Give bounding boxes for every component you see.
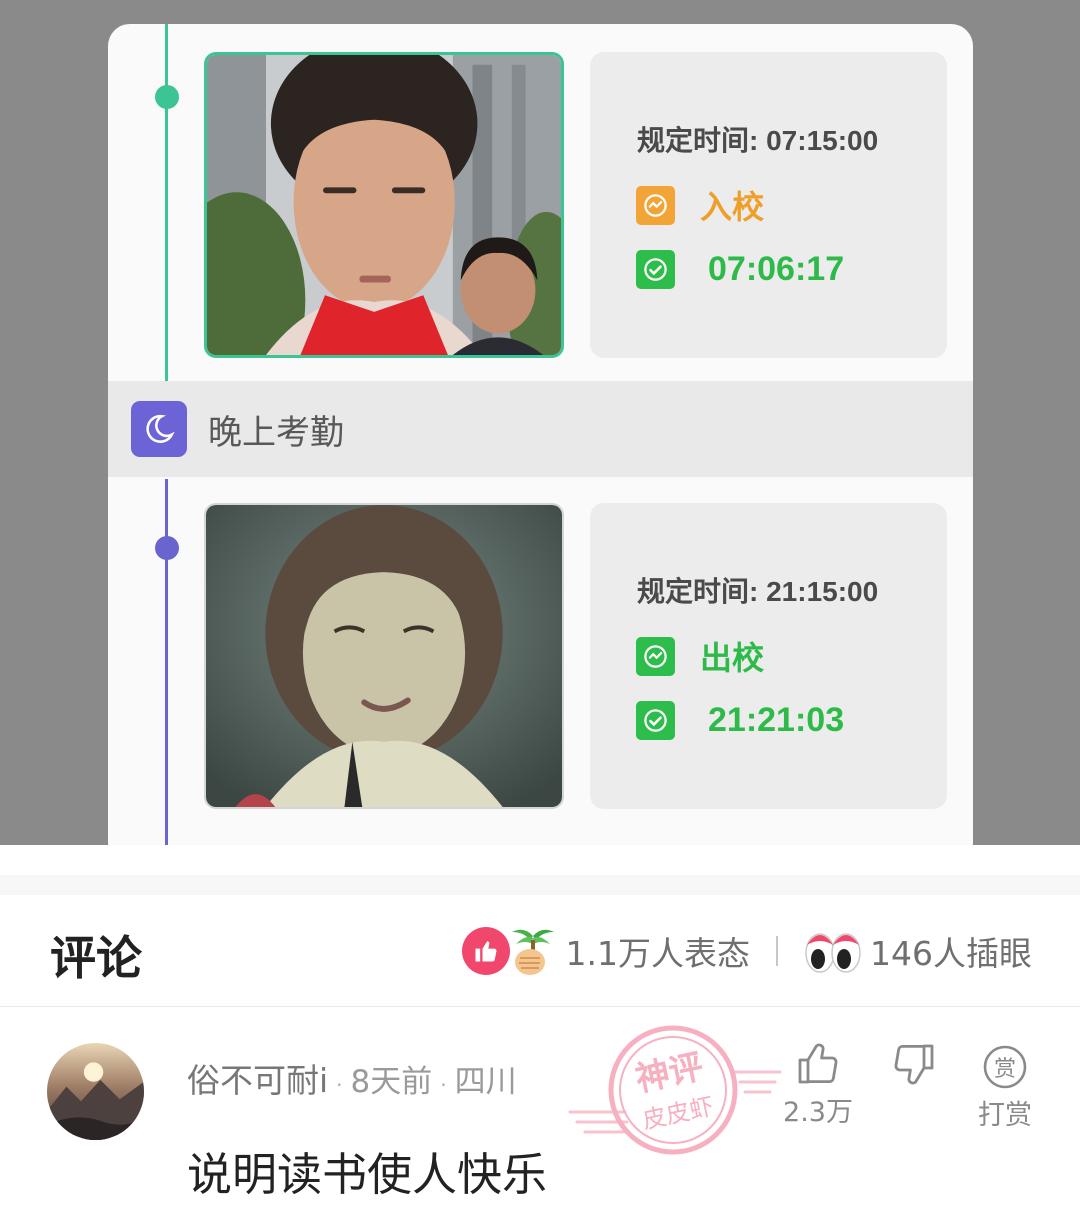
evening-face-photo xyxy=(204,503,564,809)
palm-emoji-icon xyxy=(511,929,554,975)
svg-text:赏: 赏 xyxy=(994,1057,1016,1082)
check-clock-icon xyxy=(636,250,675,289)
stamp-title: 神评 xyxy=(632,1047,707,1100)
morning-status-row: 入校 xyxy=(636,182,764,228)
evening-section-header: 晚上考勤 xyxy=(108,381,973,477)
viewers-count: 146人插眼 xyxy=(870,934,1032,973)
evening-time-row: 21:21:03 xyxy=(636,701,844,740)
like-count: 2.3万 xyxy=(783,1097,853,1128)
reactions-summary[interactable]: 1.1万人表态 146人插眼 xyxy=(461,925,1032,977)
meta-separator: · xyxy=(336,1073,343,1097)
timeline-dot-evening xyxy=(155,536,179,560)
tip-label: 打赏 xyxy=(978,1100,1032,1131)
comments-title: 评论 xyxy=(50,931,142,985)
god-comment-stamp: 神评 皮皮虾 xyxy=(568,1025,782,1155)
morning-check-time: 07:06:17 xyxy=(708,250,845,288)
thumbs-up-icon xyxy=(461,927,510,975)
clock-icon xyxy=(636,636,675,676)
reactions-count: 1.1万人表态 xyxy=(565,934,750,973)
section-spacer xyxy=(0,845,1080,895)
moon-icon xyxy=(131,401,187,457)
like-button[interactable]: 2.3万 xyxy=(780,1040,856,1129)
comment-text: 说明读书使人快乐 xyxy=(187,1148,548,1201)
reactions-divider xyxy=(776,936,778,966)
comment-username[interactable]: 俗不可耐i xyxy=(187,1054,328,1102)
evening-status-row: 出校 xyxy=(636,633,764,679)
avatar[interactable] xyxy=(47,1043,144,1140)
thumbs-down-icon xyxy=(894,1044,934,1085)
tip-button[interactable]: 赏 打赏 xyxy=(972,1043,1038,1132)
eyes-emoji-icon xyxy=(805,933,861,973)
evening-status-label: 出校 xyxy=(700,640,765,676)
attendance-card: 规定时间: 07:15:00 入校 07:06:17 晚上考勤 规定时间: 21… xyxy=(108,24,973,845)
evening-rule-time: 规定时间: 21:15:00 xyxy=(637,576,879,607)
clock-icon xyxy=(636,185,675,225)
timeline-line-evening xyxy=(165,479,168,845)
evening-section-label: 晚上考勤 xyxy=(208,412,344,453)
timeline-line-morning xyxy=(165,24,168,384)
evening-check-time: 21:21:03 xyxy=(708,701,845,739)
comment-meta: 俗不可耐i · 8天前 · 四川 xyxy=(187,1054,517,1102)
morning-face-photo xyxy=(204,52,564,358)
evening-info-panel: 规定时间: 21:15:00 出校 21:21:03 xyxy=(590,503,947,809)
tip-coin-icon: 赏 xyxy=(983,1045,1027,1089)
comment-time: 8天前 xyxy=(350,1064,433,1100)
morning-rule-time: 规定时间: 07:15:00 xyxy=(637,125,879,156)
comments-header: 评论 1.1万人表态 146人插眼 xyxy=(0,895,1080,1007)
stamp-subtitle: 皮皮虾 xyxy=(640,1092,716,1134)
dislike-button[interactable] xyxy=(886,1040,942,1088)
morning-time-row: 07:06:17 xyxy=(636,250,844,289)
attendance-screenshot: 规定时间: 07:15:00 入校 07:06:17 晚上考勤 规定时间: 21… xyxy=(0,0,1080,845)
thumbs-up-icon xyxy=(798,1043,838,1084)
morning-info-panel: 规定时间: 07:15:00 入校 07:06:17 xyxy=(590,52,947,358)
meta-separator: · xyxy=(440,1073,447,1097)
comment-item: 俗不可耐i · 8天前 · 四川 说明读书使人快乐 xyxy=(0,1008,1080,1210)
check-clock-icon xyxy=(636,701,675,740)
timeline-dot-morning xyxy=(155,85,179,109)
morning-status-label: 入校 xyxy=(700,189,765,225)
comment-location: 四川 xyxy=(454,1064,517,1100)
